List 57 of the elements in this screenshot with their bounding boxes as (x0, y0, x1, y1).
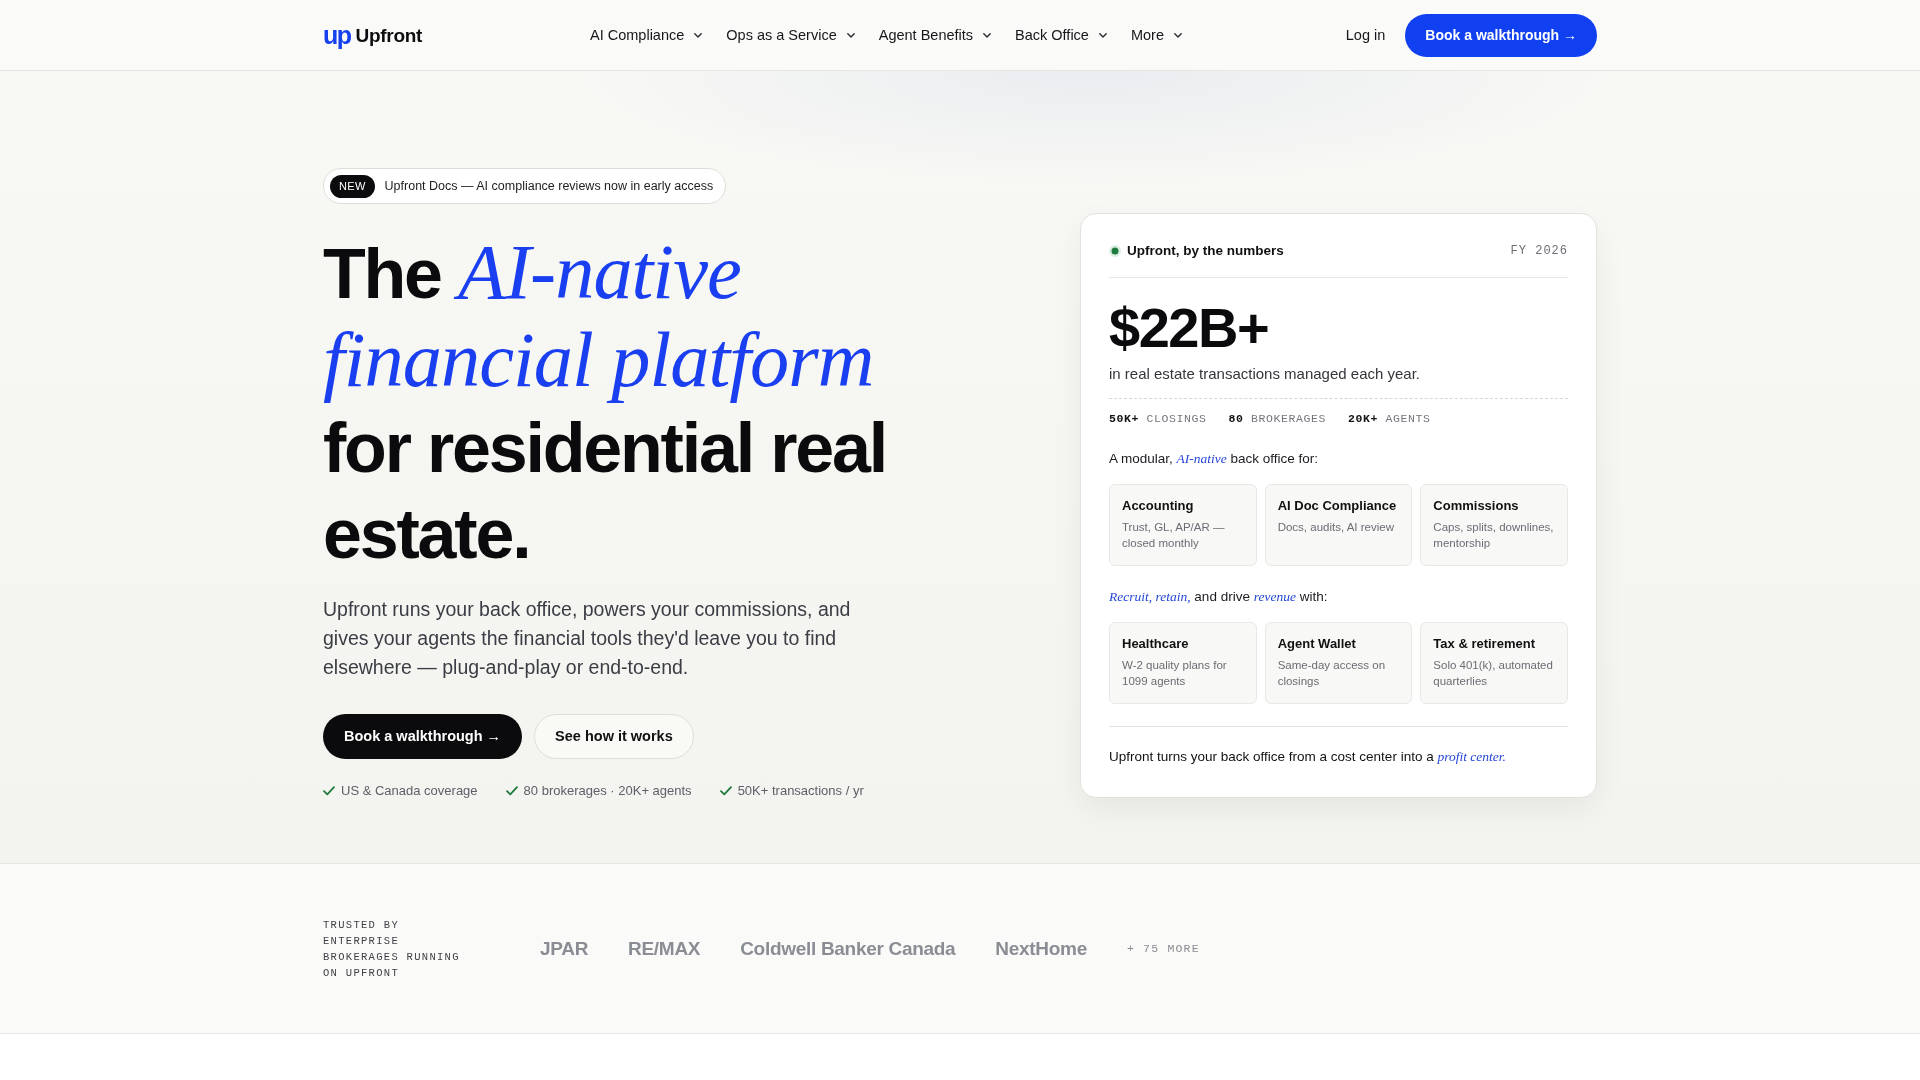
cta-button[interactable]: Book a walkthrough → (1405, 13, 1597, 57)
hero-description: Upfront runs your back office, powers your commissions, and gives your agents the financial tools they'd leave you to find elsewhere — plug-and-play or end-to-end. (323, 597, 852, 680)
more-count-text: + 75 MORE (1126, 942, 1200, 955)
figure-caption: in real estate transactions managed each year. (1109, 364, 1422, 384)
stat-item: 20K+ AGENTS (1348, 412, 1431, 426)
nav-menu-item[interactable]: AI Compliance (590, 25, 703, 45)
brand-wordmark[interactable]: Upfront (355, 25, 423, 45)
tile-description: Solo 401(k), automated quarterlies (1433, 658, 1554, 689)
tile-title: Healthcare (1122, 635, 1190, 652)
new-badge: NEW (330, 174, 375, 198)
hero-headline: The AI-native financial platform for residential real estate. (323, 229, 887, 575)
card-title: Upfront, by the numbers (1127, 242, 1284, 260)
feature-tile[interactable]: Healthcare W-2 quality plans for 1099 agents (1109, 622, 1257, 704)
brand-logo-text: Coldwell Banker Canada (740, 939, 956, 958)
group-intro: A modular, AI-native back office for: (1109, 450, 1320, 468)
tile-title: Agent Wallet (1277, 635, 1357, 652)
tile-description: Docs, audits, AI review (1277, 520, 1395, 535)
announcement-text: Upfront Docs — AI compliance reviews now in early access (384, 179, 714, 193)
secondary-button[interactable]: See how it works (534, 714, 694, 759)
nav-menu-item[interactable]: Back Office (1015, 25, 1107, 45)
tile-description: Trust, GL, AP/AR — closed monthly (1122, 520, 1226, 551)
feature-tile[interactable]: Tax & retirement Solo 401(k), automated quarterlies (1420, 622, 1568, 704)
primary-cta-button[interactable]: Book a walkthrough → (323, 714, 523, 759)
tile-title: AI Doc Compliance (1277, 497, 1398, 514)
tile-description: W-2 quality plans for 1099 agents (1122, 658, 1228, 689)
nav-menu-item[interactable]: More (1130, 25, 1182, 45)
brand-logo-text: JPAR (540, 939, 589, 958)
logo-mark[interactable]: up (323, 22, 351, 48)
brand-logo-text: RE/MAX (628, 939, 701, 958)
highlight-text: 80 brokerages · 20K+ agents (523, 783, 692, 799)
period-label: FY 2026 (1510, 243, 1568, 260)
tile-title: Commissions (1433, 497, 1520, 514)
tile-description: Same-day access on closings (1277, 658, 1387, 689)
announcement-pill[interactable]: NEW Upfront Docs — AI compliance reviews now in early access (323, 168, 727, 204)
feature-tile[interactable]: Commissions Caps, splits, downlines, mentorship (1420, 484, 1568, 566)
tile-description: Caps, splits, downlines, mentorship (1433, 520, 1555, 551)
check-icon (719, 786, 732, 796)
stat-item: 80 BROKERAGES (1228, 412, 1327, 426)
highlight-text: US & Canada coverage (341, 783, 478, 799)
feature-tile[interactable]: AI Doc Compliance Docs, audits, AI review (1264, 484, 1413, 566)
feature-tile[interactable]: Accounting Trust, GL, AP/AR — closed monthly (1109, 484, 1257, 566)
tile-title: Tax & retirement (1433, 635, 1536, 652)
stat-item: 50K+ CLOSINGS (1109, 412, 1207, 426)
brand-logo-text: NextHome (995, 939, 1087, 958)
feature-tile[interactable]: Agent Wallet Same-day access on closings (1264, 622, 1413, 704)
check-icon (505, 786, 518, 796)
status-dot-icon (1109, 245, 1121, 257)
card-footer-text: Upfront turns your back office from a cost center into a profit center. (1109, 748, 1507, 766)
headline-figure: $22B+ (1109, 298, 1270, 358)
trust-label: TRUSTED BY ENTERPRISE BROKERAGES RUNNING ON UPFRONT (323, 917, 461, 981)
login-link[interactable]: Log in (1345, 25, 1386, 45)
nav-menu-item[interactable]: Agent Benefits (878, 25, 992, 45)
highlight-text: 50K+ transactions / yr (737, 783, 864, 799)
nav-menu-item[interactable]: Ops as a Service (726, 25, 855, 45)
tile-title: Accounting (1122, 497, 1195, 514)
check-icon (323, 786, 335, 796)
group-intro: Recruit, retain, and drive revenue with: (1109, 588, 1329, 606)
